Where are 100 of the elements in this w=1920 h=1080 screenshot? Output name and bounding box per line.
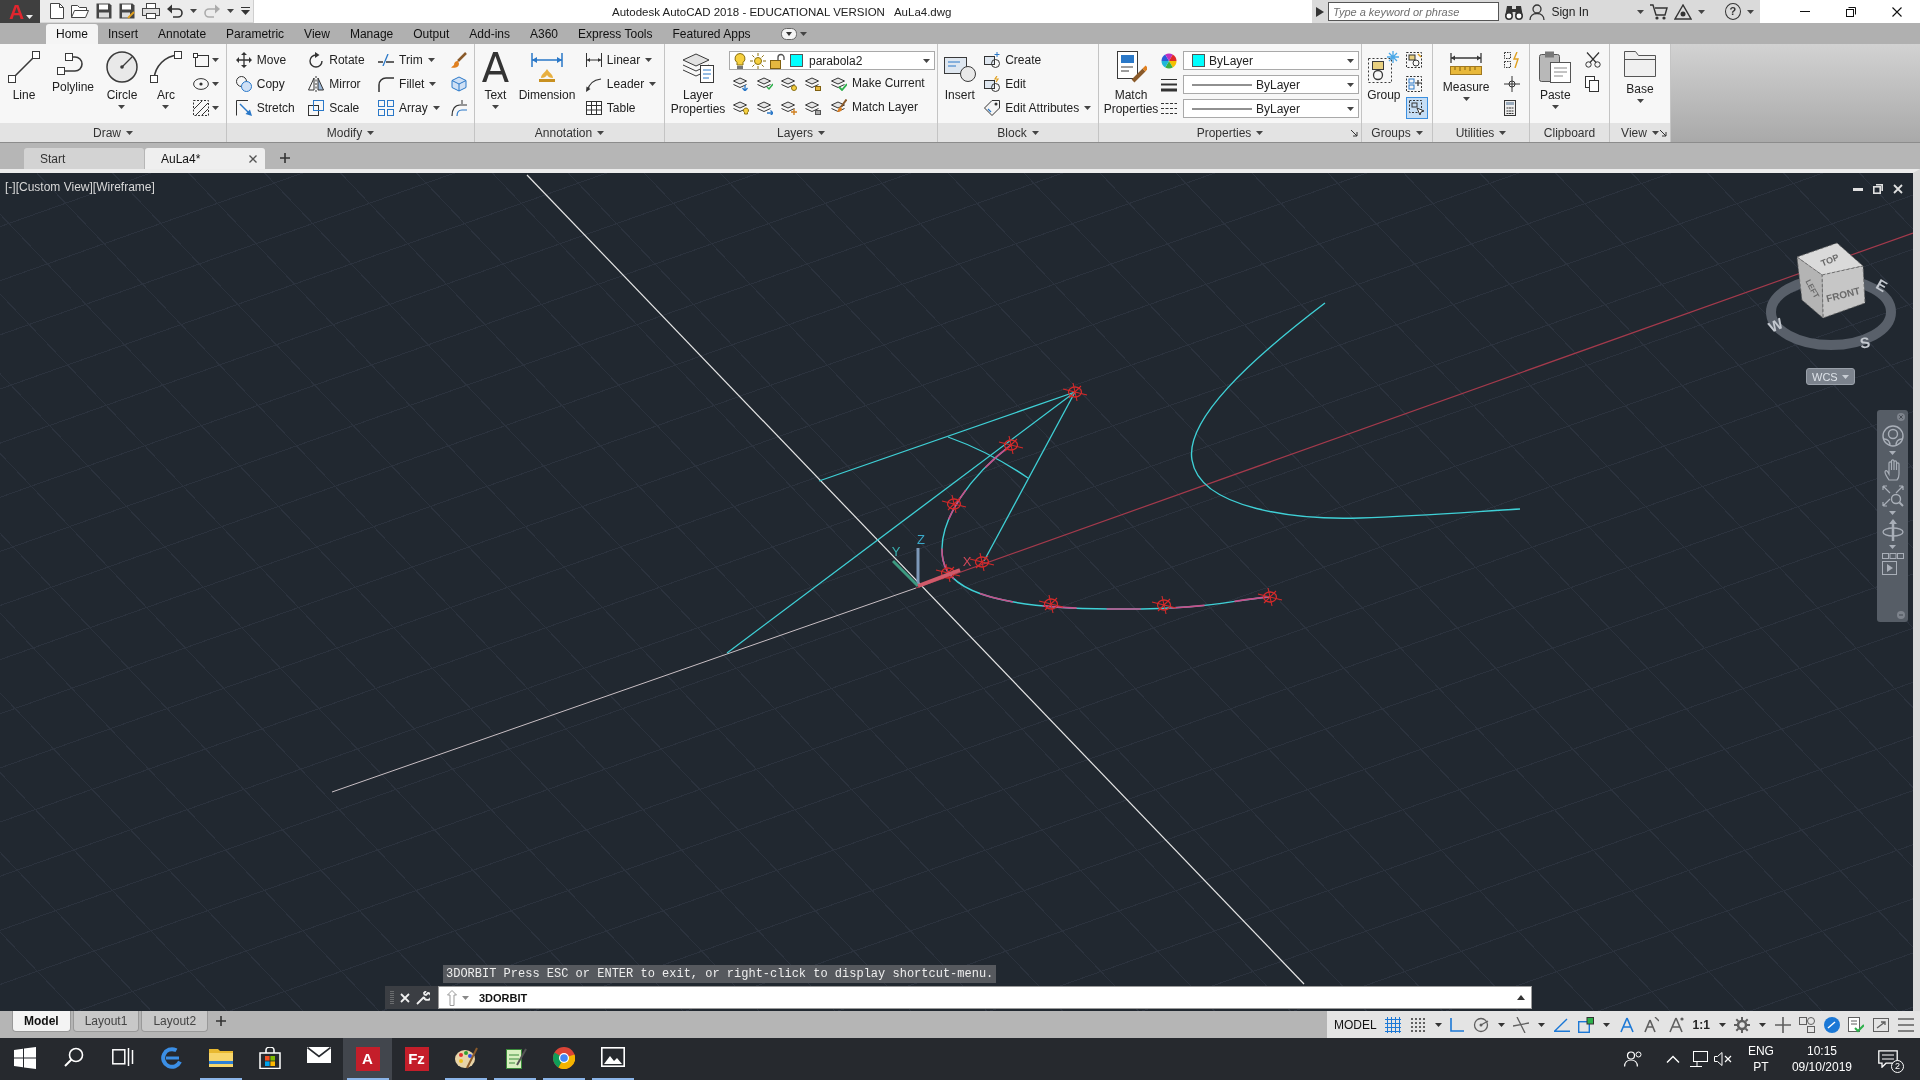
caret-icon[interactable] <box>597 130 605 135</box>
app-tile[interactable]: Fz <box>404 1047 429 1071</box>
orbit-icon[interactable] <box>1881 519 1904 541</box>
ribbon-tab[interactable]: Home <box>46 24 98 44</box>
hatch-icon[interactable] <box>192 100 209 116</box>
app-tile[interactable]: A <box>355 1047 380 1071</box>
offset-curves-icon[interactable] <box>451 100 468 116</box>
binoculars-icon[interactable] <box>1505 3 1524 20</box>
caret-icon[interactable] <box>1256 130 1264 135</box>
palette-icon[interactable] <box>453 1047 478 1069</box>
language-code[interactable]: ENG <box>1747 1043 1774 1059</box>
dashed-lines-icon[interactable] <box>1161 101 1177 116</box>
crossed-lines-icon[interactable] <box>1513 1016 1530 1033</box>
search-icon[interactable] <box>63 1047 84 1067</box>
layout-tab[interactable]: Layout1 <box>72 1011 140 1032</box>
ribbon-tool[interactable]: Make Current <box>829 72 927 94</box>
layer-stack-icon[interactable] <box>781 99 797 115</box>
chevron-up-icon[interactable] <box>1665 1055 1680 1063</box>
ribbon-tab[interactable]: Add-ins <box>459 24 520 44</box>
caret-icon[interactable] <box>1636 99 1644 103</box>
minimize-icon[interactable] <box>1853 187 1863 191</box>
grip-icon[interactable] <box>390 989 394 1006</box>
caret-icon[interactable] <box>211 106 219 110</box>
right-angle-icon[interactable] <box>1450 1017 1465 1032</box>
annotation-figure-arrow-icon[interactable] <box>1643 1016 1660 1033</box>
panel-title[interactable]: Annotation <box>534 125 593 140</box>
polar-icon[interactable] <box>1472 1016 1489 1033</box>
rectangle-icon[interactable] <box>192 53 209 67</box>
caret-icon[interactable] <box>1415 130 1423 135</box>
layer-stack-icon[interactable] <box>781 75 797 91</box>
ribbon-tool[interactable]: Trim <box>376 49 442 71</box>
compass-label[interactable]: S <box>1858 333 1872 352</box>
property-dropdown[interactable]: ByLayer <box>1183 99 1359 118</box>
ribbon-tool[interactable]: Array <box>376 97 442 119</box>
layer-stack-icon[interactable] <box>805 99 821 115</box>
sign-in-link[interactable]: Sign In <box>1551 4 1589 19</box>
caret-icon[interactable] <box>923 58 930 63</box>
panel-title[interactable]: Block <box>997 125 1027 140</box>
layer-stack-icon[interactable] <box>733 99 749 115</box>
hand-icon[interactable] <box>1883 459 1902 481</box>
dashed-shapes-cursor-icon[interactable] <box>1405 97 1428 119</box>
caret-icon[interactable] <box>427 58 435 62</box>
gear-icon[interactable] <box>1734 1016 1751 1033</box>
angle-icon[interactable] <box>1553 1017 1570 1032</box>
caret-icon[interactable] <box>1651 130 1659 135</box>
panel-title[interactable]: Properties <box>1196 125 1252 140</box>
ribbon-button[interactable]: Measure <box>1441 44 1491 101</box>
panel-title[interactable]: View <box>1621 125 1647 140</box>
ribbon-tab[interactable]: Express Tools <box>568 24 663 44</box>
layer-stack-icon[interactable] <box>805 75 821 91</box>
menu-icon[interactable] <box>1897 1017 1914 1032</box>
layout-tab[interactable]: Model <box>12 1011 71 1032</box>
caret-icon[interactable] <box>432 106 440 110</box>
property-dropdown[interactable]: ByLayer <box>1183 51 1359 70</box>
caret-icon[interactable] <box>1499 130 1507 135</box>
close-icon[interactable] <box>249 154 257 163</box>
undo-arrow-icon[interactable] <box>167 4 183 18</box>
ribbon-tool[interactable]: Scale <box>306 97 367 119</box>
cube-face-label[interactable]: TOP <box>1819 252 1841 269</box>
cube-icon[interactable] <box>451 76 468 92</box>
ribbon-button[interactable]: Group <box>1366 44 1402 102</box>
dialog-launcher-icon[interactable] <box>1659 128 1667 137</box>
caret-icon[interactable] <box>126 130 133 135</box>
search-field[interactable]: Type a keyword or phrase <box>1328 2 1500 21</box>
layer-stack-icon[interactable] <box>757 99 773 115</box>
ribbon-tool[interactable]: Edit Attributes <box>982 97 1094 119</box>
restore-icon[interactable] <box>1873 184 1883 194</box>
caret-icon[interactable] <box>1697 9 1705 14</box>
folder-icon[interactable] <box>208 1047 233 1067</box>
caret-icon[interactable] <box>190 9 197 13</box>
caret-icon[interactable] <box>1347 82 1354 87</box>
line-weights-icon[interactable] <box>1161 77 1177 92</box>
ribbon-tab[interactable]: View <box>294 24 340 44</box>
color-wheel-icon[interactable] <box>1161 52 1177 69</box>
caret-icon[interactable] <box>26 14 34 19</box>
cart-icon[interactable] <box>1649 3 1668 20</box>
caret-icon[interactable] <box>162 105 170 109</box>
two-pages-icon[interactable] <box>1584 76 1599 92</box>
ribbon-tool[interactable]: Match Layer <box>829 96 921 118</box>
floppy-pen-icon[interactable] <box>119 3 135 19</box>
clock-time[interactable]: 10:15 <box>1806 1043 1837 1059</box>
ribbon-button[interactable]: Dimension <box>517 44 577 102</box>
panel-title[interactable]: Groups <box>1371 125 1411 140</box>
panel-title[interactable]: Draw <box>93 125 121 140</box>
ribbon-button[interactable]: Polyline <box>50 44 95 94</box>
ribbon-button[interactable]: Layer Properties <box>667 44 729 116</box>
page-check-icon[interactable] <box>1848 1016 1865 1033</box>
viewport-control[interactable]: [-] <box>5 180 16 194</box>
ribbon-tab[interactable]: Parametric <box>216 24 295 44</box>
panel-title[interactable]: Clipboard <box>1543 125 1596 140</box>
task-view-icon[interactable] <box>111 1047 134 1067</box>
ribbon-button[interactable]: Line <box>7 44 41 102</box>
ribbon-tool[interactable]: Linear <box>583 49 659 71</box>
up-triangle-icon[interactable] <box>1517 995 1525 1000</box>
language-code[interactable]: PT <box>1753 1059 1769 1075</box>
dashed-shapes-icon[interactable] <box>1405 52 1422 68</box>
customize-icon[interactable] <box>241 7 250 15</box>
viewport-control[interactable]: [Custom View] <box>15 180 93 194</box>
triangle-nodes-icon[interactable] <box>1673 3 1692 20</box>
caret-icon[interactable] <box>1551 105 1559 109</box>
